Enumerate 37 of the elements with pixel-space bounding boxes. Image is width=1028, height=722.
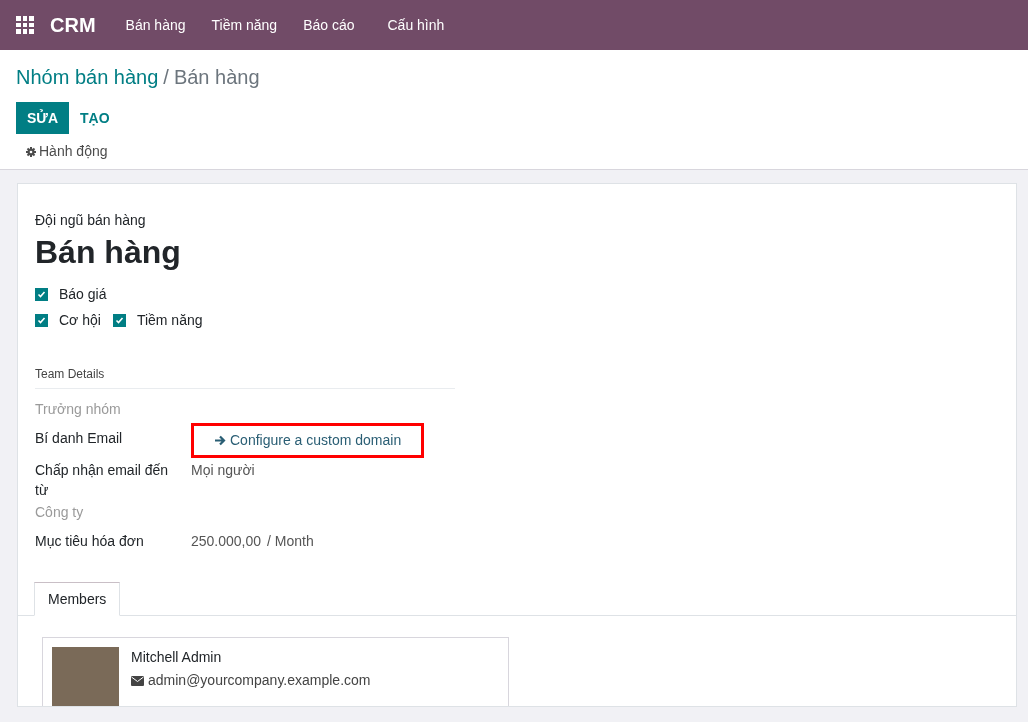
amount-value: 250.000,00	[191, 532, 262, 551]
action-button[interactable]: SỬA	[16, 102, 70, 134]
field-label: Chấp nhận email đến từ	[35, 461, 170, 500]
menu-item[interactable]: Bán hàng	[125, 14, 186, 36]
tab[interactable]: Members	[34, 582, 121, 616]
apps-icon[interactable]	[16, 16, 34, 34]
breadcrumb-current: Bán hàng	[173, 65, 260, 90]
field-label: Công ty	[35, 503, 85, 522]
checkbox-label: Báo giá	[59, 284, 107, 304]
menu-item[interactable]: Báo cáo	[303, 14, 355, 36]
breadcrumb-link[interactable]: Nhóm bán hàng	[16, 62, 159, 92]
gear-icon	[26, 146, 36, 157]
form-subtitle: Đội ngũ bán hàng	[35, 211, 147, 230]
member-name: Mitchell Admin	[131, 648, 223, 667]
menu-item[interactable]: Cấu hình	[387, 14, 445, 36]
checkbox[interactable]	[35, 287, 48, 301]
photo-placeholder	[52, 647, 119, 706]
field-label: Trưởng nhóm	[35, 400, 122, 419]
envelope-icon	[131, 675, 144, 686]
member-email: admin@yourcompany.example.com	[148, 671, 371, 690]
field-label: Bí danh Email	[35, 429, 124, 448]
action-menu[interactable]: Hành động	[26, 141, 108, 162]
breadcrumb-separator: /	[163, 65, 169, 90]
checkbox-label: Cơ hội	[59, 310, 101, 330]
form-title: Bán hàng	[35, 233, 182, 271]
member-card[interactable]: Mitchell Admin admin@yourcompany.example.com	[42, 637, 509, 706]
field-value: Mọi người	[191, 461, 255, 480]
checkbox[interactable]	[112, 313, 126, 327]
menu-item[interactable]: Tiềm năng	[211, 14, 278, 36]
configure-domain-link[interactable]: Configure a custom domain	[191, 423, 425, 458]
section-title: Team Details	[35, 367, 105, 381]
app-name[interactable]: CRM	[50, 10, 96, 40]
amount-unit: / Month	[267, 532, 314, 551]
checkbox-label: Tiềm năng	[136, 310, 203, 330]
field-label: Mục tiêu hóa đơn	[35, 532, 145, 551]
checkbox[interactable]	[35, 313, 48, 327]
arrow-right-icon	[214, 435, 226, 446]
